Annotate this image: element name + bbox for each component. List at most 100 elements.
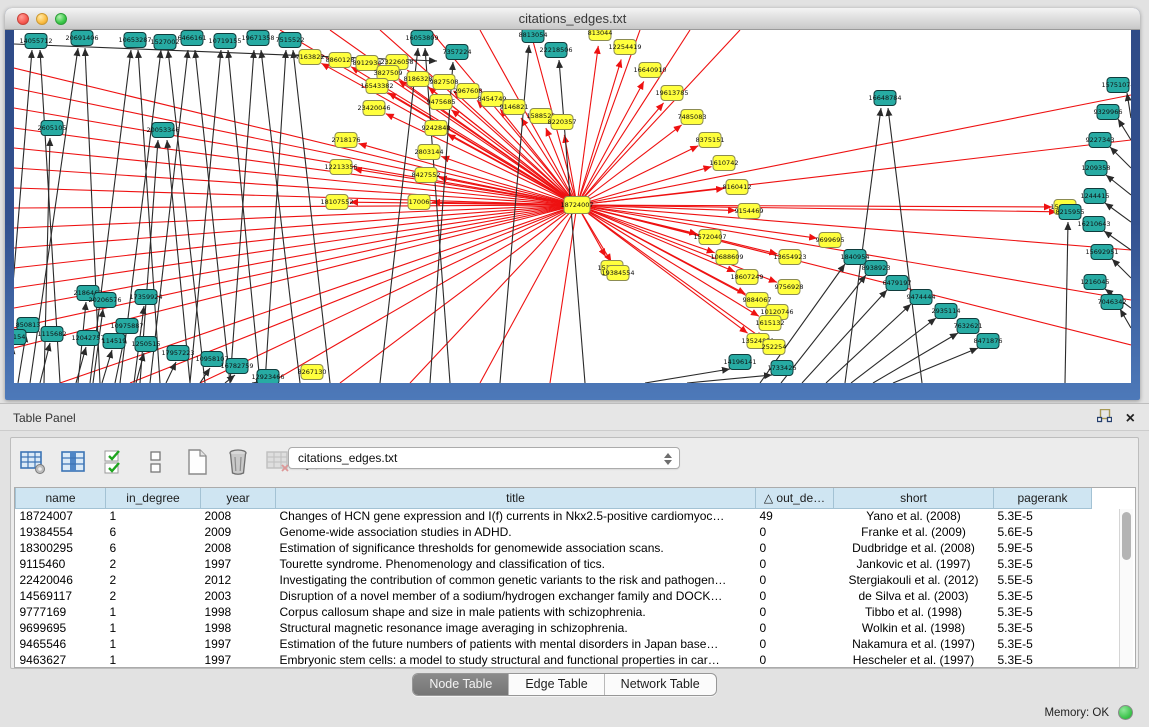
table-cell[interactable]: Genome-wide association studies in ADHD. <box>276 524 756 540</box>
table-cell[interactable]: 2008 <box>201 540 276 556</box>
table-cell[interactable]: Estimation of the future numbers of pati… <box>276 636 756 652</box>
column-header[interactable]: short <box>834 488 994 508</box>
table-cell[interactable]: 5.3E-5 <box>994 604 1092 620</box>
close-icon[interactable]: × <box>1126 411 1135 427</box>
table-cell[interactable]: 2003 <box>201 588 276 604</box>
table-cell[interactable]: 5.9E-5 <box>994 540 1092 556</box>
select-all-icon[interactable] <box>101 448 129 476</box>
table-cell[interactable]: Franke et al. (2009) <box>834 524 994 540</box>
table-cell[interactable]: Wolkin et al. (1998) <box>834 620 994 636</box>
table-cell[interactable]: Estimation of significance thresholds fo… <box>276 540 756 556</box>
table-cell[interactable]: 1997 <box>201 652 276 668</box>
table-cell[interactable]: Disruption of a novel member of a sodium… <box>276 588 756 604</box>
tab-edge-table[interactable]: Edge Table <box>508 674 603 695</box>
tab-network-table[interactable]: Network Table <box>604 674 716 695</box>
table-cell[interactable]: 49 <box>756 508 834 524</box>
column-header[interactable]: pagerank <box>994 488 1092 508</box>
table-cell[interactable]: 9463627 <box>16 652 106 668</box>
table-cell[interactable]: Structural magnetic resonance image aver… <box>276 620 756 636</box>
float-window-icon[interactable] <box>1097 409 1112 428</box>
table-cell[interactable]: 0 <box>756 572 834 588</box>
table-cell[interactable]: 1 <box>106 620 201 636</box>
table-cell[interactable]: Jankovic et al. (1997) <box>834 556 994 572</box>
table-cell[interactable]: 22420046 <box>16 572 106 588</box>
unselect-all-icon[interactable] <box>142 448 170 476</box>
table-cell[interactable]: 5.5E-5 <box>994 572 1092 588</box>
table-cell[interactable]: 5.3E-5 <box>994 556 1092 572</box>
table-cell[interactable]: Changes of HCN gene expression and I(f) … <box>276 508 756 524</box>
table-cell[interactable]: 5.3E-5 <box>994 588 1092 604</box>
table-row[interactable]: 2242004622012Investigating the contribut… <box>16 572 1092 588</box>
table-cell[interactable]: 1 <box>106 508 201 524</box>
table-cell[interactable]: 5.3E-5 <box>994 508 1092 524</box>
table-cell[interactable]: 9777169 <box>16 604 106 620</box>
table-cell[interactable]: 9699695 <box>16 620 106 636</box>
table-cell[interactable]: 2009 <box>201 524 276 540</box>
table-cell[interactable]: 0 <box>756 604 834 620</box>
table-row[interactable]: 969969511998Structural magnetic resonanc… <box>16 620 1092 636</box>
table-cell[interactable]: Hescheler et al. (1997) <box>834 652 994 668</box>
column-header[interactable]: year <box>201 488 276 508</box>
new-table-icon[interactable] <box>183 448 211 476</box>
column-header[interactable]: in_degree <box>106 488 201 508</box>
table-cell[interactable]: Tourette syndrome. Phenomenology and cla… <box>276 556 756 572</box>
table-cell[interactable]: 5.3E-5 <box>994 636 1092 652</box>
table-cell[interactable]: 2012 <box>201 572 276 588</box>
table-cell[interactable]: Dudbridge et al. (2008) <box>834 540 994 556</box>
table-row[interactable]: 1938455462009Genome-wide association stu… <box>16 524 1092 540</box>
table-cell[interactable]: Stergiakouli et al. (2012) <box>834 572 994 588</box>
table-cell[interactable]: 6 <box>106 524 201 540</box>
table-row[interactable]: 1872400712008Changes of HCN gene express… <box>16 508 1092 524</box>
table-cell[interactable]: 2 <box>106 588 201 604</box>
table-cell[interactable]: 1997 <box>201 636 276 652</box>
table-cell[interactable]: 1998 <box>201 620 276 636</box>
table-cell[interactable]: 0 <box>756 556 834 572</box>
table-cell[interactable]: 5.6E-5 <box>994 524 1092 540</box>
table-cell[interactable]: 0 <box>756 588 834 604</box>
table-cell[interactable]: 9115460 <box>16 556 106 572</box>
scrollbar-thumb[interactable] <box>1122 512 1131 560</box>
table-cell[interactable]: 1 <box>106 652 201 668</box>
table-cell[interactable]: 0 <box>756 620 834 636</box>
table-cell[interactable]: Nakamura et al. (1997) <box>834 636 994 652</box>
table-cell[interactable]: 1998 <box>201 604 276 620</box>
table-cell[interactable]: 2 <box>106 556 201 572</box>
table-cell[interactable]: 2 <box>106 572 201 588</box>
table-cell[interactable]: 0 <box>756 524 834 540</box>
network-canvas[interactable]: 7163822886012889129342322605838275091654… <box>14 30 1131 383</box>
table-cell[interactable]: 5.3E-5 <box>994 620 1092 636</box>
table-cell[interactable]: 2008 <box>201 508 276 524</box>
table-row[interactable]: 977716911998Corpus callosum shape and si… <box>16 604 1092 620</box>
table-cell[interactable]: 0 <box>756 540 834 556</box>
show-columns-icon[interactable] <box>60 448 88 476</box>
delete-rows-icon[interactable] <box>224 448 252 476</box>
table-cell[interactable]: Corpus callosum shape and size in male p… <box>276 604 756 620</box>
table-row[interactable]: 1830029562008Estimation of significance … <box>16 540 1092 556</box>
table-mode-icon[interactable] <box>19 448 47 476</box>
tab-node-table[interactable]: Node Table <box>413 674 508 695</box>
table-cell[interactable]: Tibbo et al. (1998) <box>834 604 994 620</box>
column-header[interactable]: △ out_de… <box>756 488 834 508</box>
table-row[interactable]: 946362711997Embryonic stem cells: a mode… <box>16 652 1092 668</box>
table-cell[interactable]: 18724007 <box>16 508 106 524</box>
table-cell[interactable]: 5.3E-5 <box>994 652 1092 668</box>
table-cell[interactable]: 1 <box>106 636 201 652</box>
table-cell[interactable]: 6 <box>106 540 201 556</box>
table-cell[interactable]: 0 <box>756 652 834 668</box>
table-cell[interactable]: Yano et al. (2008) <box>834 508 994 524</box>
table-cell[interactable]: 19384554 <box>16 524 106 540</box>
table-cell[interactable]: 1 <box>106 604 201 620</box>
column-header[interactable]: title <box>276 488 756 508</box>
citation-network-graph[interactable]: 7163822886012889129342322605838275091654… <box>14 30 1131 383</box>
table-cell[interactable]: 14569117 <box>16 588 106 604</box>
table-cell[interactable]: 18300295 <box>16 540 106 556</box>
table-cell[interactable]: Investigating the contribution of common… <box>276 572 756 588</box>
table-row[interactable]: 1456911722003Disruption of a novel membe… <box>16 588 1092 604</box>
table-cell[interactable]: 0 <box>756 636 834 652</box>
table-cell[interactable]: de Silva et al. (2003) <box>834 588 994 604</box>
table-row[interactable]: 946554611997Estimation of the future num… <box>16 636 1092 652</box>
table-row[interactable]: 911546021997Tourette syndrome. Phenomeno… <box>16 556 1092 572</box>
vertical-scrollbar[interactable] <box>1119 509 1133 667</box>
table-cell[interactable]: Embryonic stem cells: a model to study s… <box>276 652 756 668</box>
column-header[interactable]: name <box>16 488 106 508</box>
